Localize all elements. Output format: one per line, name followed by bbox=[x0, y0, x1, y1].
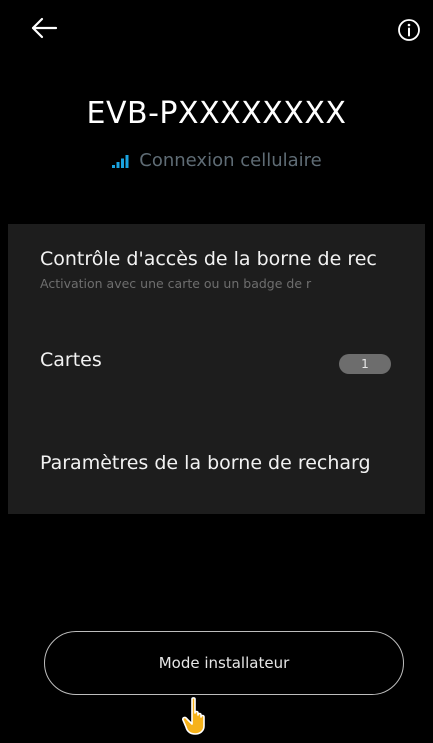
connection-status: Connexion cellulaire bbox=[8, 150, 425, 171]
back-button[interactable] bbox=[26, 12, 62, 48]
arrow-left-icon bbox=[30, 16, 58, 44]
info-circle-icon bbox=[397, 18, 421, 46]
installer-mode-button[interactable]: Mode installateur bbox=[44, 631, 404, 695]
app-screen: EVB-PXXXXXXXX Connexion cellulaire Contr… bbox=[8, 0, 425, 743]
charger-parameters-title: Paramètres de la borne de recharg bbox=[40, 452, 371, 474]
installer-mode-label: Mode installateur bbox=[158, 654, 290, 672]
device-title: EVB-PXXXXXXXX bbox=[86, 96, 347, 131]
settings-panel: Contrôle d'accès de la borne de rec Acti… bbox=[8, 224, 425, 514]
settings-item-access-control[interactable]: Contrôle d'accès de la borne de rec Acti… bbox=[40, 248, 425, 291]
connection-label: Connexion cellulaire bbox=[139, 150, 322, 171]
cards-count-badge: 1 bbox=[339, 354, 391, 374]
signal-bars-icon bbox=[111, 153, 129, 169]
settings-item-charger-parameters[interactable]: Paramètres de la borne de recharg bbox=[40, 452, 425, 474]
hand-pointer-icon bbox=[180, 696, 214, 736]
settings-item-cards[interactable]: Cartes 1 bbox=[40, 349, 425, 374]
info-button[interactable] bbox=[395, 18, 423, 46]
access-control-title: Contrôle d'accès de la borne de rec bbox=[40, 248, 377, 270]
access-control-subtitle: Activation avec une carte ou un badge de… bbox=[40, 276, 312, 291]
